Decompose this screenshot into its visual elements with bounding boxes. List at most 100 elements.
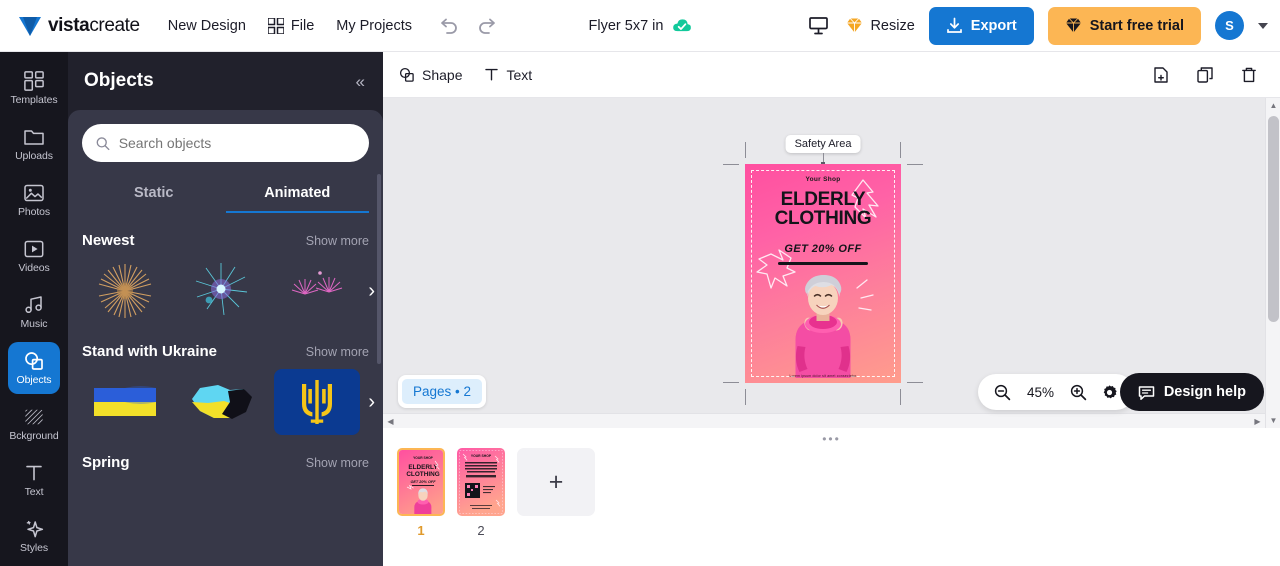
nav-my-projects-label: My Projects <box>336 17 413 34</box>
sidebar-item-styles[interactable]: Styles <box>8 510 60 562</box>
nav-file[interactable]: File <box>267 17 314 34</box>
ukraine-map-icon <box>192 385 252 419</box>
flyer-underline <box>778 262 868 265</box>
scroll-left-arrow-icon[interactable]: ◀ <box>383 414 398 429</box>
document-title-text: Flyer 5x7 in <box>588 17 664 34</box>
sidebar-item-videos[interactable]: Videos <box>8 230 60 282</box>
canvas-vertical-scrollbar[interactable]: ▲ ▼ <box>1265 98 1280 428</box>
safety-area-tooltip: Safety Area <box>785 135 861 153</box>
tile-firework-blue[interactable] <box>178 258 264 324</box>
brand-logo[interactable]: vistacreate <box>18 15 140 37</box>
video-icon <box>23 238 45 260</box>
flyer-headline-line1: ELDERLY <box>780 189 866 210</box>
scroll-up-arrow-icon[interactable]: ▲ <box>1266 98 1280 113</box>
zoom-in-icon[interactable] <box>1070 384 1087 401</box>
vistacreate-editor: vistacreate New Design File My Projects <box>0 0 1280 566</box>
page-thumbnail-2-preview: YOUR SHOP <box>457 448 505 516</box>
page-1-number: 1 <box>417 523 425 538</box>
panel-title: Objects <box>84 70 154 91</box>
tab-animated[interactable]: Animated <box>225 176 369 213</box>
text-icon <box>23 462 45 484</box>
ukraine-next-arrow[interactable]: › <box>368 392 375 412</box>
nav-my-projects[interactable]: My Projects <box>336 18 412 34</box>
firework-pink-icon <box>291 271 343 295</box>
resize-button[interactable]: Resize <box>846 17 915 34</box>
gear-icon[interactable] <box>1101 384 1118 401</box>
zoom-value: 45% <box>1026 384 1055 400</box>
shape-label: Shape <box>422 66 463 83</box>
export-button[interactable]: Export <box>928 6 1034 45</box>
sidebar-item-templates-label: Templates <box>10 94 58 106</box>
tile-ukraine-trident[interactable] <box>274 369 360 435</box>
search-objects-box[interactable] <box>82 124 369 162</box>
page-2-number: 2 <box>477 523 485 538</box>
delete-page-button[interactable] <box>1240 63 1264 87</box>
page-thumbnail-1-preview: YOUR SHOP ELDERLY CLOTHING GET 20% OFF <box>397 448 445 516</box>
flyer-artboard[interactable]: Your Shop ELDERLY CLOTHING GET 20% OFF L… <box>745 164 901 383</box>
tile-row-ukraine: › <box>82 369 375 435</box>
pages-chip[interactable]: Pages • 2 <box>398 375 487 408</box>
add-shape-button[interactable]: Shape <box>399 67 462 83</box>
sidebar-item-photos[interactable]: Photos <box>8 174 60 226</box>
zoom-out-icon[interactable] <box>994 384 1011 401</box>
canvas-horizontal-scrollbar[interactable]: ◀ ▶ <box>383 413 1265 428</box>
export-label: Export <box>970 17 1017 34</box>
sidebar-item-templates[interactable]: Templates <box>8 62 60 114</box>
objects-icon <box>23 350 45 372</box>
nav-new-design[interactable]: New Design <box>168 18 246 34</box>
show-more-spring[interactable]: Show more <box>306 456 369 470</box>
add-page-button[interactable] <box>1152 63 1176 87</box>
sidebar-item-uploads[interactable]: Uploads <box>8 118 60 170</box>
tile-firework-pink[interactable] <box>274 258 360 324</box>
canvas-toolbar: Shape Text <box>383 52 1280 98</box>
page-thumbnail-1[interactable]: YOUR SHOP ELDERLY CLOTHING GET 20% OFF 1 <box>397 448 445 538</box>
tile-ukraine-map[interactable] <box>178 369 264 435</box>
vertical-scroll-thumb[interactable] <box>1268 116 1279 322</box>
strip-drag-handle[interactable]: ••• <box>822 432 841 446</box>
start-free-trial-button[interactable]: Start free trial <box>1047 6 1201 45</box>
scroll-down-arrow-icon[interactable]: ▼ <box>1266 413 1280 428</box>
section-title-spring: Spring <box>82 454 130 471</box>
sidebar-item-background[interactable]: Bckground <box>8 398 60 450</box>
panel-scrollbar[interactable] <box>377 174 381 364</box>
flyer-footer-text: Lorem ipsum dolor sit amet consectetur <box>789 374 857 378</box>
add-page-icon <box>1154 66 1168 83</box>
tile-row-newest: › <box>82 258 375 324</box>
tile-ukraine-flag[interactable] <box>82 369 168 435</box>
background-icon <box>23 406 45 428</box>
sidebar-item-objects[interactable]: Objects <box>8 342 60 394</box>
present-button[interactable] <box>808 14 832 38</box>
avatar[interactable]: S <box>1215 11 1244 40</box>
flyer-selection[interactable]: Safety Area Your Shop ELDERLY CLOTHING G… <box>723 135 923 405</box>
redo-icon[interactable] <box>476 15 498 37</box>
add-page-tile[interactable]: + <box>517 448 595 516</box>
top-nav: New Design File My Projects <box>168 17 412 34</box>
left-rail: Templates Uploads Photos Videos Music Ob… <box>0 52 68 566</box>
sidebar-item-text[interactable]: Text <box>8 454 60 506</box>
tile-firework-gold[interactable] <box>82 258 168 324</box>
page-thumbnail-2[interactable]: YOUR SHOP 2 <box>457 448 505 538</box>
sidebar-item-music[interactable]: Music <box>8 286 60 338</box>
scroll-right-arrow-icon[interactable]: ▶ <box>1250 414 1265 429</box>
show-more-ukraine[interactable]: Show more <box>306 345 369 359</box>
design-help-button[interactable]: Design help <box>1119 373 1264 411</box>
svg-text:ELDERLY: ELDERLY <box>408 464 438 471</box>
search-input[interactable] <box>118 135 355 151</box>
document-title[interactable]: Flyer 5x7 in <box>589 18 692 34</box>
add-text-button[interactable]: Text <box>484 67 532 83</box>
duplicate-page-button[interactable] <box>1196 63 1220 87</box>
flyer-headline-line2: CLOTHING <box>774 208 872 230</box>
diamond-crown-icon <box>847 18 863 33</box>
text-label: Text <box>506 66 533 83</box>
svg-text:GET 20% OFF: GET 20% OFF <box>410 480 436 484</box>
text-icon <box>485 68 499 81</box>
styles-icon <box>23 518 45 540</box>
show-more-newest[interactable]: Show more <box>306 234 369 248</box>
collapse-panel-button[interactable]: « <box>356 73 365 90</box>
newest-next-arrow[interactable]: › <box>368 281 375 301</box>
trident-icon <box>302 380 332 424</box>
undo-icon[interactable] <box>438 15 460 37</box>
tab-static[interactable]: Static <box>82 176 226 213</box>
brand-name: vistacreate <box>48 14 140 36</box>
chevron-down-icon[interactable] <box>1258 22 1268 29</box>
